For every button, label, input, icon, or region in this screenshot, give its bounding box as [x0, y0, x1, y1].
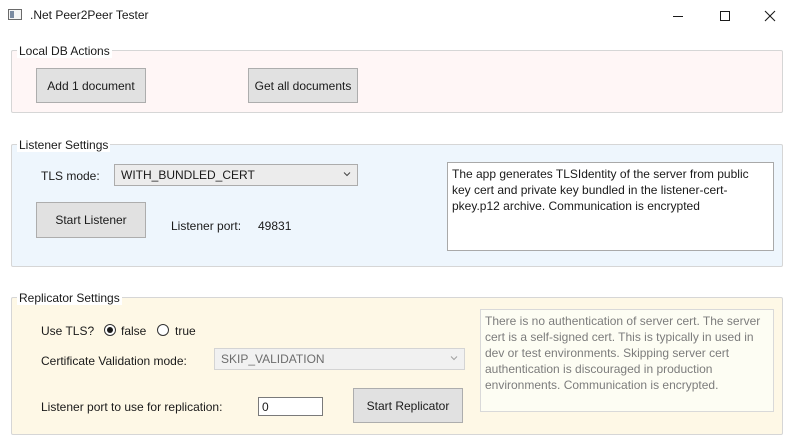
close-button[interactable] — [747, 0, 793, 31]
replicator-description-textbox[interactable]: There is no authentication of server cer… — [480, 309, 774, 412]
replicator-settings-legend: Replicator Settings — [17, 291, 122, 305]
minimize-icon — [673, 15, 683, 17]
app-window-icon[interactable] — [8, 9, 22, 20]
add-document-button[interactable]: Add 1 document — [36, 68, 146, 103]
cert-validation-mode-label: Certificate Validation mode: — [41, 354, 187, 368]
cert-validation-mode-dropdown[interactable]: SKIP_VALIDATION — [214, 348, 465, 370]
start-listener-button[interactable]: Start Listener — [36, 202, 146, 238]
local-db-actions-legend: Local DB Actions — [17, 44, 112, 58]
tls-mode-value: WITH_BUNDLED_CERT — [121, 168, 255, 182]
use-tls-label: Use TLS? — [41, 324, 95, 338]
listener-description-textbox[interactable]: The app generates TLSIdentity of the ser… — [447, 162, 774, 251]
get-all-documents-button[interactable]: Get all documents — [248, 68, 358, 103]
tls-true-label[interactable]: true — [175, 324, 196, 338]
maximize-button[interactable] — [702, 0, 748, 31]
chevron-down-icon — [343, 172, 351, 177]
tls-true-radio[interactable] — [157, 324, 169, 336]
tls-mode-label: TLS mode: — [41, 169, 100, 183]
tls-mode-dropdown[interactable]: WITH_BUNDLED_CERT — [114, 164, 358, 186]
cert-validation-mode-value: SKIP_VALIDATION — [221, 352, 325, 366]
minimize-button[interactable] — [655, 0, 701, 31]
title-bar: .Net Peer2Peer Tester — [0, 0, 793, 31]
window-title: .Net Peer2Peer Tester — [30, 8, 149, 22]
tls-false-label[interactable]: false — [121, 324, 146, 338]
replication-port-label: Listener port to use for replication: — [41, 400, 223, 414]
tls-false-radio[interactable] — [104, 324, 116, 336]
close-icon — [764, 10, 776, 21]
listener-settings-legend: Listener Settings — [17, 138, 111, 152]
listener-port-value: 49831 — [258, 219, 292, 233]
chevron-down-icon — [450, 356, 458, 361]
maximize-icon — [720, 10, 730, 21]
start-replicator-button[interactable]: Start Replicator — [353, 388, 463, 423]
listener-port-label: Listener port: — [171, 219, 242, 233]
replication-port-input[interactable]: 0 — [258, 397, 323, 416]
